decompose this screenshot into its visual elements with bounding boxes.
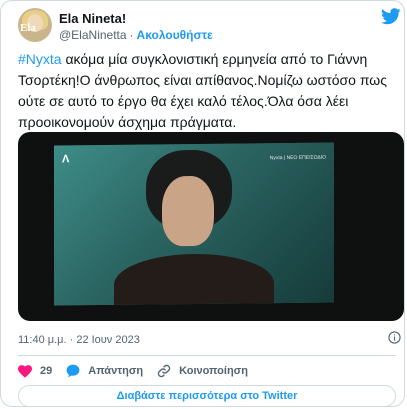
- tweet-text: #Nyxta ακόμα μία συγκλονιστική ερμηνεία …: [18, 49, 396, 133]
- action-bar: 29 Απάντηση Κοινοποίηση: [18, 362, 262, 380]
- follow-button[interactable]: Ακολουθήστε: [137, 28, 213, 42]
- share-button[interactable]: Κοινοποίηση: [157, 364, 248, 378]
- tweet-card: Ela Ela Nineta! @ElaNinetta · Ακολουθήστε …: [0, 0, 405, 407]
- twitter-bird-icon[interactable]: [381, 8, 401, 25]
- divider: [18, 355, 396, 356]
- reply-bubble-icon: [66, 364, 80, 378]
- author-name[interactable]: Ela Nineta!: [59, 11, 126, 26]
- reply-label: Απάντηση: [88, 365, 144, 377]
- share-label: Κοινοποίηση: [179, 365, 248, 377]
- info-icon[interactable]: [388, 331, 401, 344]
- link-icon: [157, 364, 171, 378]
- heart-icon: [18, 364, 32, 378]
- author-handle[interactable]: @ElaNinetta: [59, 28, 127, 42]
- actor-face: [162, 175, 214, 247]
- tweet-timestamp[interactable]: 11:40 μ.μ. · 22 Ιουν 2023: [18, 334, 140, 346]
- tweet-media[interactable]: Λ Nyxta | ΝΕΟ ΕΠΕΙΣΟΔΙΟ: [18, 132, 404, 321]
- tv-screen: Λ Nyxta | ΝΕΟ ΕΠΕΙΣΟΔΙΟ: [54, 142, 334, 306]
- screen-overlay-text: Nyxta | ΝΕΟ ΕΠΕΙΣΟΔΙΟ: [269, 154, 326, 162]
- avatar[interactable]: Ela: [18, 8, 52, 42]
- separator: ·: [129, 28, 134, 42]
- channel-logo: Λ: [62, 153, 70, 166]
- like-button[interactable]: 29: [18, 364, 53, 378]
- hashtag-link[interactable]: #Nyxta: [18, 51, 62, 67]
- read-more-button[interactable]: Διαβάστε περισσότερα στο Twitter: [18, 385, 396, 407]
- author-handle-row: @ElaNinetta · Ακολουθήστε: [59, 28, 213, 42]
- avatar-text: Ela: [20, 22, 36, 34]
- tweet-body: ακόμα μία συγκλονιστική ερμηνεία από το …: [18, 51, 387, 130]
- like-count: 29: [40, 365, 53, 377]
- reply-button[interactable]: Απάντηση: [66, 364, 143, 378]
